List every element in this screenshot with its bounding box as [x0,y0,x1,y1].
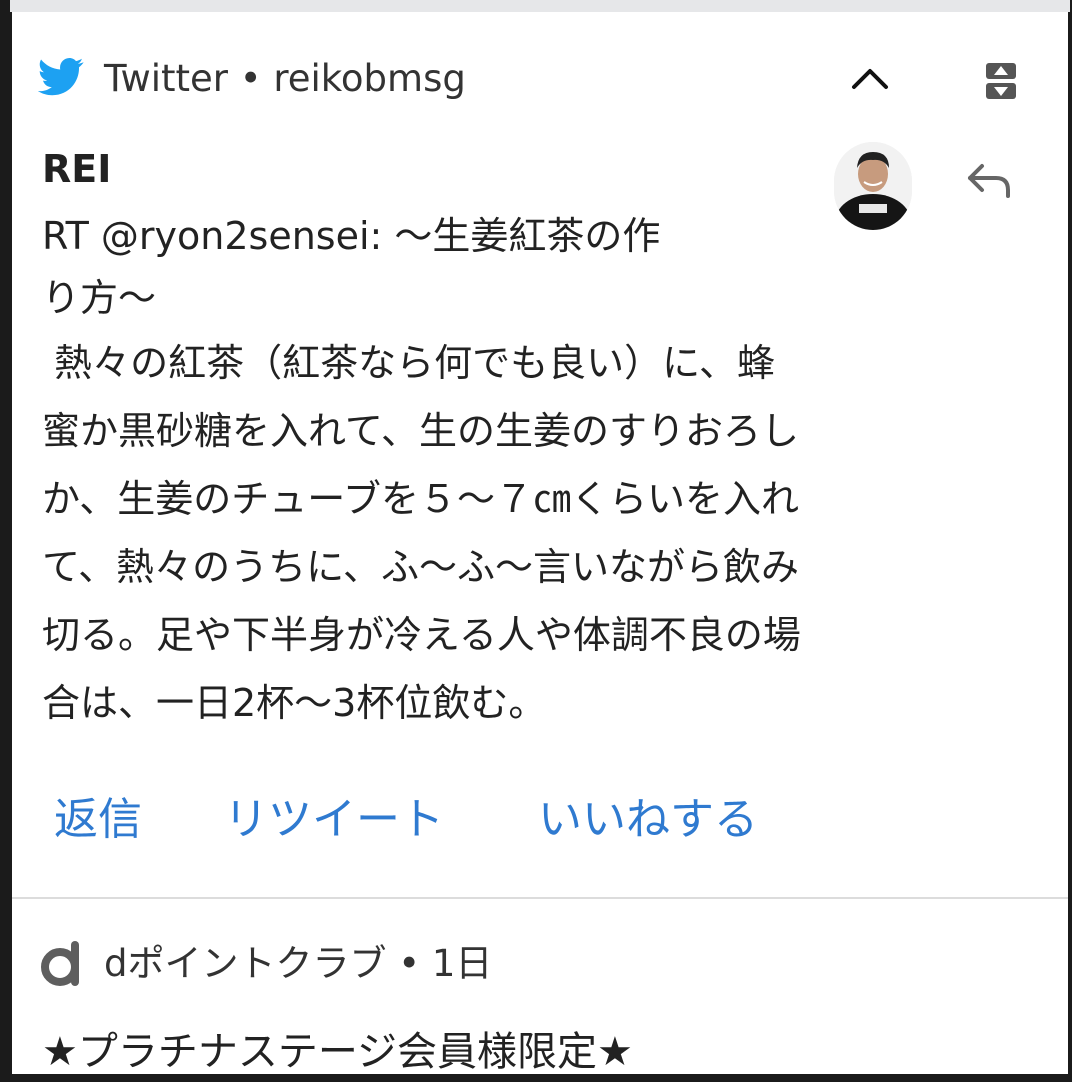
reply-action-button[interactable]: 返信 [54,790,142,850]
chevron-up-icon[interactable] [846,57,894,101]
tweet-text-head: RT @ryon2sensei: 〜生姜紅茶の作 り方〜 [42,214,661,320]
sender-name: REI [42,147,112,191]
like-action-button[interactable]: いいねする [538,790,758,850]
avatar-person-icon [834,142,912,230]
notification-2-header[interactable]: dポイントクラブ • 1日 [38,940,738,992]
reply-arrow-icon[interactable] [966,160,1012,200]
notification-2-app-time: dポイントクラブ • 1日 [104,942,493,985]
notification-divider [12,897,1068,899]
notification-app-account: Twitter • reikobmsg [104,57,466,100]
d-point-icon [41,941,79,986]
tweet-text-body: 熱々の紅茶（紅茶なら何でも良い）に、蜂 蜜か黒砂糖を入れて、生の生姜のすりおろし… [42,341,801,725]
notification-header[interactable]: Twitter • reikobmsg [38,55,1048,107]
avatar [834,142,912,230]
previous-notification-edge [10,0,1070,12]
screen: Twitter • reikobmsg REI RT @ryon2sensei:… [0,0,1072,1075]
retweet-action-button[interactable]: リツイート [224,790,444,850]
notification-2-title: ★プラチナステージ会員様限定★ [42,1029,633,1075]
expand-collapse-icon[interactable] [984,61,1018,101]
twitter-bird-icon [38,58,84,96]
